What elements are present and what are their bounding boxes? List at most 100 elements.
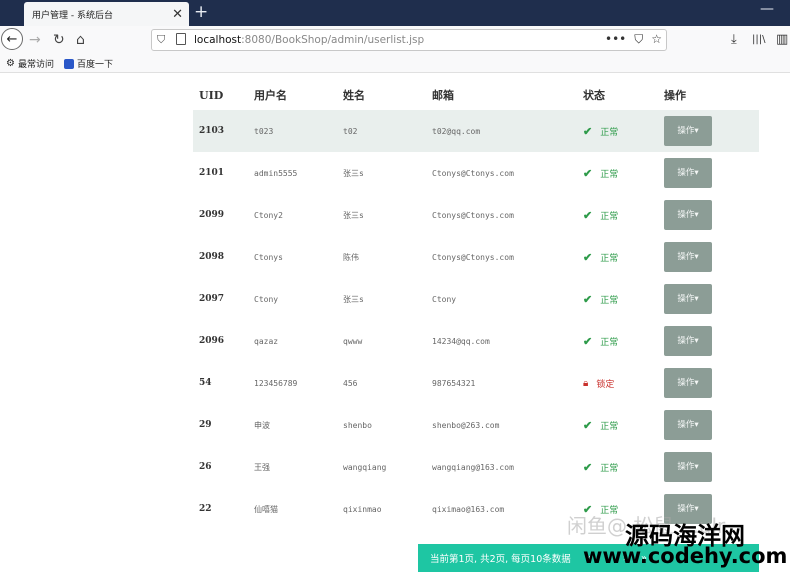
cell-email: 987654321	[432, 378, 476, 388]
table-row: 2096 qazaz qwww 14234@qq.com ✔ 正常 操作▾	[193, 320, 759, 362]
action-dropdown-button[interactable]: 操作▾	[664, 242, 712, 272]
table-row: 54 123456789 456 987654321 🔒︎ 锁定 操作▾	[193, 362, 759, 404]
table-row: 2101 admin5555 张三s Ctonys@Ctonys.com ✔ 正常 操作▾	[193, 152, 759, 194]
col-status: 状态	[583, 89, 605, 102]
col-username: 用户名	[254, 89, 287, 102]
table-header-row: UID 用户名 姓名 邮箱 状态 操作	[193, 80, 759, 110]
bookmark-label: 最常访问	[17, 60, 54, 70]
status-text: 锁定	[596, 379, 615, 390]
action-dropdown-button[interactable]: 操作▾	[664, 368, 712, 398]
status-text: 正常	[600, 127, 619, 138]
cell-name: wangqiang	[343, 462, 387, 472]
cell-name: t02	[337, 110, 426, 152]
cell-username: 仙嘻猫	[254, 504, 278, 514]
downloads-icon[interactable]: ⤓	[731, 32, 737, 47]
cell-uid: 2099	[199, 210, 225, 220]
cell-action: 操作▾	[658, 152, 759, 194]
status-badge: ✔ 正常	[583, 125, 618, 138]
status-text: 正常	[600, 211, 619, 222]
bookmark-star-icon[interactable]: ☆	[651, 32, 662, 47]
page-actions-icon[interactable]: •••	[605, 32, 626, 47]
cell-email: Ctony	[432, 294, 457, 304]
cell-name: 陈伟	[343, 252, 359, 262]
status-badge: ✔ 正常	[583, 167, 618, 180]
user-table: UID 用户名 姓名 邮箱 状态 操作 2103 t023 t02 t02@qq.co…	[193, 80, 759, 530]
gear-icon: ⚙	[6, 58, 15, 69]
bookmark-label: 百度一下	[77, 60, 114, 70]
minimize-window-icon[interactable]: —	[760, 1, 774, 17]
action-dropdown-button[interactable]: 操作▾	[664, 452, 712, 482]
status-text: 正常	[600, 463, 619, 474]
status-badge: ✔ 正常	[583, 293, 618, 306]
cell-username: Ctonys	[254, 252, 283, 262]
url-text[interactable]: localhost:8080/BookShop/admin/userlist.j…	[194, 34, 424, 46]
page-info-icon[interactable]	[176, 33, 186, 45]
action-dropdown-button[interactable]: 操作▾	[664, 410, 712, 440]
cell-email: 14234@qq.com	[432, 336, 490, 346]
bookmark-baidu[interactable]: 百度一下	[64, 57, 113, 70]
cell-uid: 26	[199, 462, 212, 472]
cell-name: 张三s	[343, 294, 364, 304]
status-text: 正常	[600, 421, 619, 432]
cell-status: ✔ 正常	[577, 194, 658, 236]
close-tab-icon[interactable]: ✕	[172, 8, 183, 21]
home-icon[interactable]: ⌂	[76, 30, 85, 50]
cell-username: 123456789	[254, 378, 298, 388]
cell-action: 操作▾	[658, 110, 759, 152]
baidu-paw-icon	[64, 58, 74, 69]
action-dropdown-button[interactable]: 操作▾	[664, 326, 712, 356]
site-url-watermark: www.codehy.com	[583, 544, 788, 568]
cell-action: 操作▾	[658, 194, 759, 236]
bookmarks-bar: ⚙ 最常访问 百度一下	[0, 54, 790, 73]
browser-nav-bar: ← → ↻ ⌂ ⛉ localhost:8080/BookShop/admin/…	[0, 26, 790, 54]
browser-tab[interactable]: 用户管理 - 系统后台 ✕	[24, 2, 189, 26]
action-dropdown-button[interactable]: 操作▾	[664, 158, 712, 188]
cell-status: 🔒︎ 锁定	[577, 362, 658, 404]
cell-action: 操作▾	[658, 446, 759, 488]
cell-name: 张三s	[343, 168, 364, 178]
forward-arrow-icon[interactable]: →	[29, 30, 41, 50]
cell-action: 操作▾	[658, 362, 759, 404]
cell-status: ✔ 正常	[577, 320, 658, 362]
col-email: 邮箱	[432, 89, 454, 102]
pocket-icon[interactable]: ⛉	[634, 32, 643, 47]
col-action: 操作	[664, 89, 686, 102]
checkmark-icon: ✔	[583, 460, 593, 474]
cell-username: Ctony2	[254, 210, 283, 220]
action-dropdown-button[interactable]: 操作▾	[664, 284, 712, 314]
table-row: 2103 t023 t02 t02@qq.com ✔ 正常 操作▾	[193, 110, 759, 152]
table-row: 2097 Ctony 张三s Ctony ✔ 正常 操作▾	[193, 278, 759, 320]
status-badge: ✔ 正常	[583, 335, 618, 348]
col-name: 姓名	[343, 89, 365, 102]
status-badge: 🔒︎ 锁定	[583, 377, 614, 390]
library-icon[interactable]: |||\	[752, 34, 765, 45]
cell-status: ✔ 正常	[577, 446, 658, 488]
checkmark-icon: ✔	[583, 208, 593, 222]
cell-uid: 22	[199, 504, 212, 514]
cell-email: shenbo@263.com	[432, 420, 500, 430]
new-tab-icon[interactable]: +	[194, 2, 208, 22]
browser-tab-bar: 用户管理 - 系统后台 ✕ + —	[0, 0, 790, 26]
action-dropdown-button[interactable]: 操作▾	[664, 116, 712, 146]
cell-username: Ctony	[254, 294, 279, 304]
cell-action: 操作▾	[658, 404, 759, 446]
table-row: 2098 Ctonys 陈伟 Ctonys@Ctonys.com ✔ 正常 操作▾	[193, 236, 759, 278]
action-dropdown-button[interactable]: 操作▾	[664, 200, 712, 230]
cell-uid: 2103	[193, 110, 248, 152]
status-badge: ✔ 正常	[583, 251, 618, 264]
bookmark-most-visited[interactable]: ⚙ 最常访问	[6, 57, 54, 70]
reload-icon[interactable]: ↻	[53, 30, 65, 50]
status-badge: ✔ 正常	[583, 209, 618, 222]
url-host: localhost	[194, 34, 242, 46]
tracking-shield-icon[interactable]: ⛉	[157, 33, 165, 47]
cell-status: ✔ 正常	[577, 278, 658, 320]
status-badge: ✔ 正常	[583, 419, 618, 432]
address-bar[interactable]: ⛉ localhost:8080/BookShop/admin/userlist…	[151, 29, 667, 51]
cell-username: t023	[248, 110, 337, 152]
status-text: 正常	[600, 169, 619, 180]
sidebar-icon[interactable]: ▥	[776, 32, 788, 47]
status-text: 正常	[600, 253, 619, 264]
checkmark-icon: ✔	[583, 250, 593, 264]
address-bar-actions: ••• ⛉ ☆	[605, 32, 662, 47]
back-arrow-icon[interactable]: ←	[1, 28, 23, 50]
